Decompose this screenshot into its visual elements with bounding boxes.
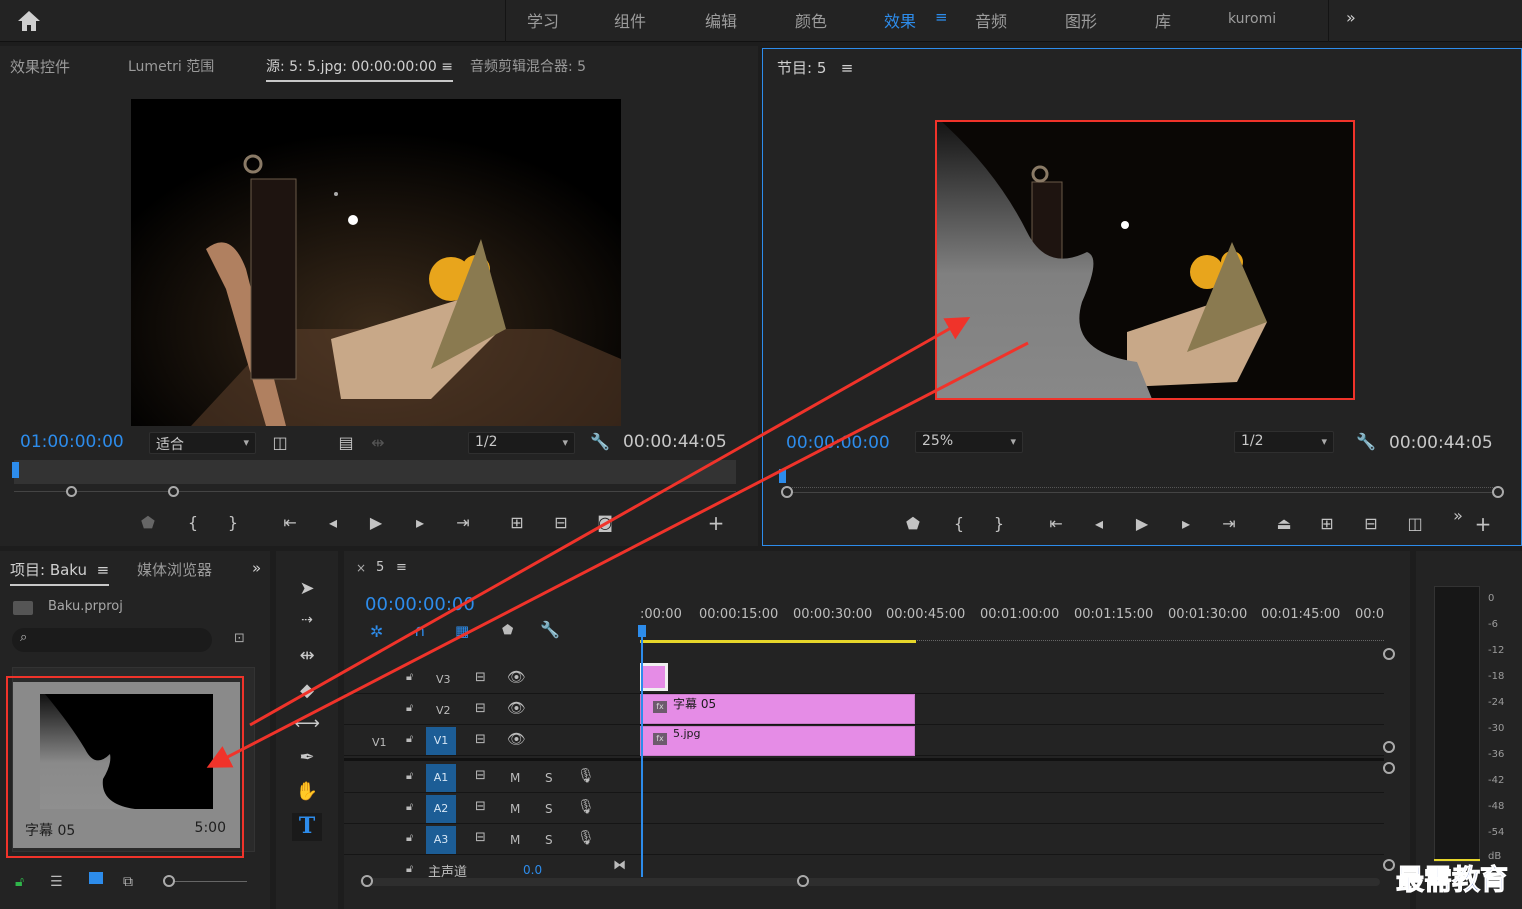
watermark-logo: 最需教育 [1395,863,1509,897]
arrow-to-project [206,341,1029,768]
arrow-to-program [249,317,971,727]
annotation-arrows [206,317,1029,768]
